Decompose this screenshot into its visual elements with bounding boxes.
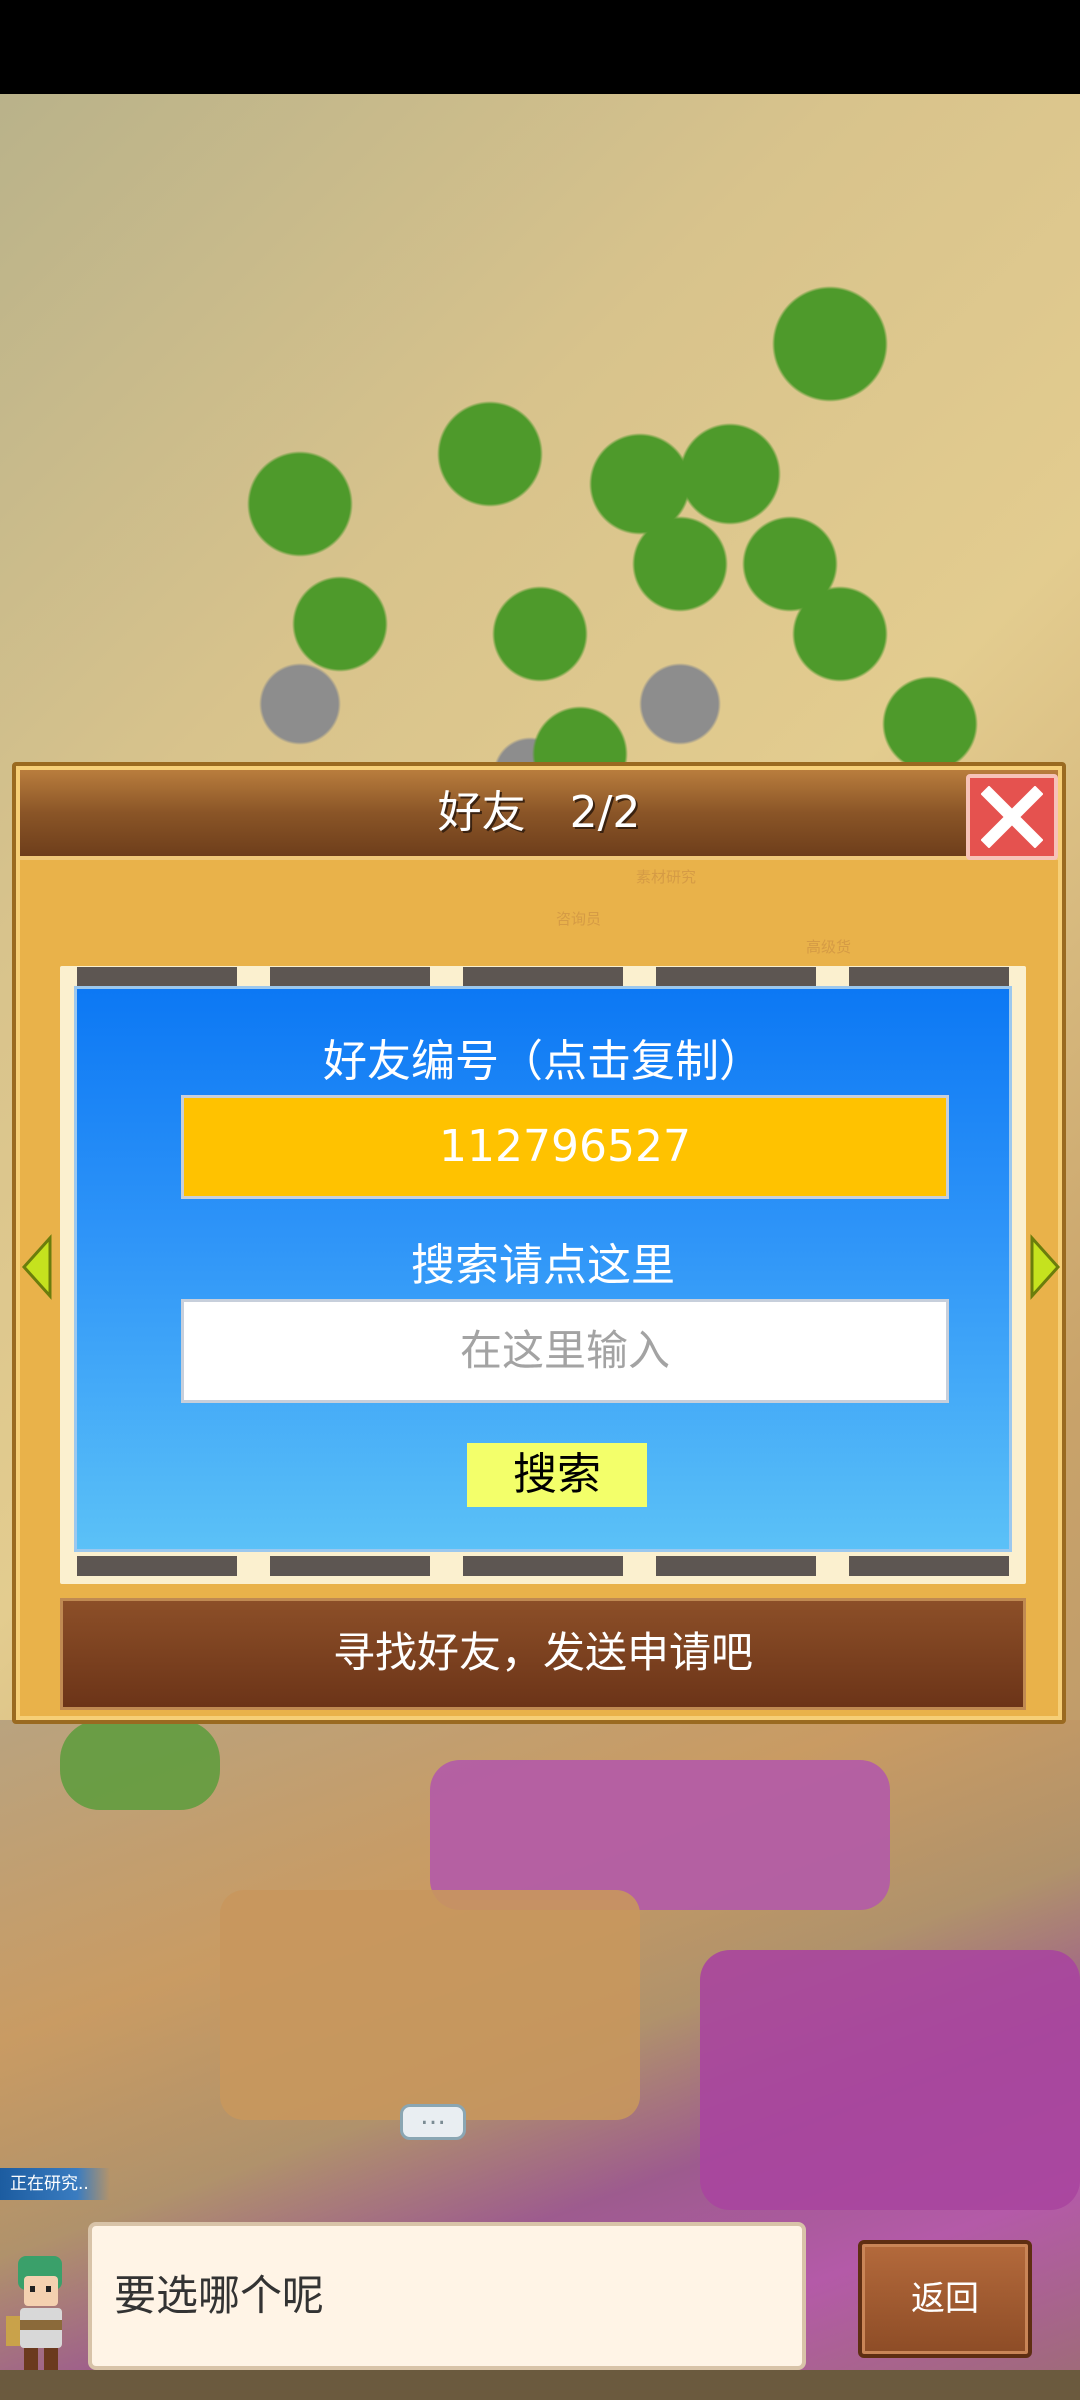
- dialog-header: 好友 2/2: [20, 770, 1058, 860]
- friend-search-panel: 好友编号（点击复制） 112796527 搜索请点这里 在这里输入 搜索: [74, 986, 1012, 1552]
- close-icon: [981, 786, 1043, 848]
- friend-id-label: 好友编号（点击复制）: [323, 1036, 763, 1087]
- chat-bubble-icon[interactable]: …: [400, 2103, 466, 2140]
- dialog-title: 好友 2/2: [437, 787, 641, 838]
- arrow-left-icon[interactable]: [20, 1234, 54, 1300]
- search-label: 搜索请点这里: [411, 1240, 675, 1291]
- search-input[interactable]: 在这里输入: [181, 1299, 949, 1403]
- friends-dialog: 好友 2/2 素材研究 咨询员 高级货 好友编号（点击复制） 112796527…: [12, 762, 1066, 1724]
- arrow-right-icon[interactable]: [1028, 1234, 1062, 1300]
- close-button[interactable]: [966, 774, 1058, 860]
- send-request-banner[interactable]: 寻找好友，发送申请吧: [60, 1598, 1026, 1710]
- dialog-message: 要选哪个呢: [88, 2222, 806, 2370]
- bottom-strip: [0, 2370, 1080, 2400]
- background-label: 素材研究: [636, 868, 697, 886]
- character-avatar: [6, 2256, 62, 2370]
- background-label: 咨询员: [556, 910, 602, 928]
- search-button[interactable]: 搜索: [467, 1443, 647, 1507]
- friend-id-copy[interactable]: 112796527: [181, 1095, 949, 1199]
- background-label: 高级货: [806, 938, 852, 956]
- back-button[interactable]: 返回: [858, 2240, 1032, 2358]
- tab-strip-bottom: [60, 1556, 1026, 1578]
- status-bar: [0, 0, 1080, 94]
- research-status: 正在研究..: [0, 2168, 110, 2200]
